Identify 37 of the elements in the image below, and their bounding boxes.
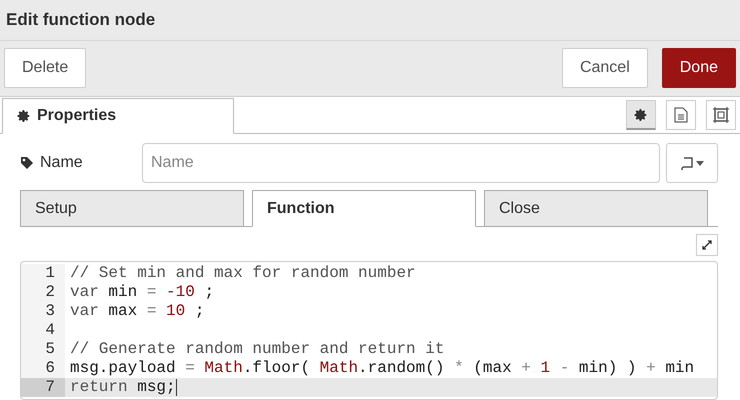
line-number: 7 — [21, 378, 65, 397]
line-number: 5 — [21, 340, 65, 359]
field-label: Name — [40, 154, 83, 172]
editor-tab[interactable]: Close — [484, 190, 708, 226]
tab-label: Properties — [37, 107, 116, 125]
line-number: 4 — [21, 321, 65, 340]
window-title: Edit function node — [6, 10, 156, 30]
name-field[interactable]: Name — [142, 143, 660, 183]
line-number: 1 — [21, 264, 65, 283]
expand-icon — [702, 240, 712, 250]
code-line: var min = -10 ; — [69, 283, 214, 302]
done-button[interactable]: Done — [662, 48, 736, 88]
text-cursor — [176, 379, 177, 396]
line-number: 6 — [21, 359, 65, 378]
frame-icon — [712, 106, 730, 124]
editor-tab[interactable]: Function — [252, 190, 476, 227]
code-line: msg.payload = Math.floor( Math.random() * (max + 1 - min) ) + min — [69, 359, 694, 378]
code-line: var max = 10 ; — [69, 302, 204, 321]
tag-icon — [20, 156, 34, 170]
line-number: 3 — [21, 302, 65, 321]
action-button[interactable]: Cancel — [562, 48, 648, 88]
properties-tab[interactable]: Properties — [2, 98, 234, 134]
expand-button[interactable] — [696, 234, 718, 256]
panel-icon-button[interactable] — [666, 100, 696, 130]
gear-icon — [634, 108, 648, 122]
line-number: 2 — [21, 283, 65, 302]
action-button[interactable]: Delete — [4, 48, 86, 88]
panel-icon-button[interactable] — [626, 100, 656, 130]
icon-dropdown-button[interactable] — [666, 143, 718, 183]
code-line: // Generate random number and return it — [69, 340, 444, 359]
document-icon — [674, 107, 688, 123]
caret-icon — [696, 160, 704, 166]
code-line: // Set min and max for random number — [69, 264, 416, 283]
gear-icon — [17, 109, 31, 123]
code-line: return msg; — [69, 378, 177, 397]
panel-icon-button[interactable] — [706, 100, 736, 130]
editor-tab[interactable]: Setup — [20, 190, 244, 226]
